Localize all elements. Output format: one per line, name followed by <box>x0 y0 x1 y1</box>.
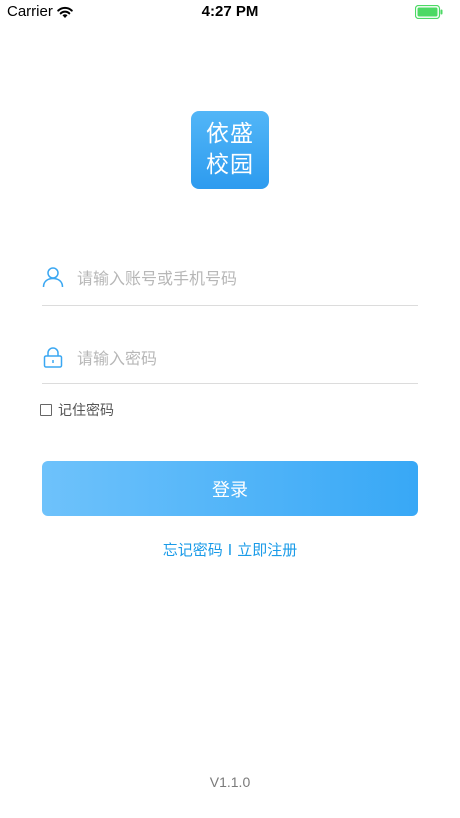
version-label: V1.1.0 <box>209 774 251 790</box>
login-button[interactable]: 登录 <box>42 461 418 516</box>
auth-links: 忘记密码 I 立即注册 <box>0 539 460 560</box>
account-field <box>42 258 418 306</box>
remember-password[interactable]: 记住密码 <box>40 401 114 419</box>
forgot-password-link[interactable]: 忘记密码 <box>163 541 223 559</box>
app-logo: 依盛 校园 <box>191 111 269 189</box>
lock-icon <box>43 347 63 368</box>
user-icon <box>42 267 64 288</box>
link-separator: I <box>227 541 233 559</box>
remember-checkbox[interactable] <box>40 404 52 416</box>
account-input[interactable] <box>75 261 409 295</box>
register-link[interactable]: 立即注册 <box>237 541 297 559</box>
logo-text-line2: 校园 <box>206 152 254 178</box>
clock: 4:27 PM <box>201 3 259 20</box>
status-bar: Carrier 4:27 PM <box>0 0 460 24</box>
remember-label: 记住密码 <box>58 403 114 419</box>
logo-text-line1: 依盛 <box>206 121 254 147</box>
password-input[interactable] <box>75 341 409 375</box>
password-field <box>42 338 418 384</box>
battery-icon <box>415 5 443 19</box>
